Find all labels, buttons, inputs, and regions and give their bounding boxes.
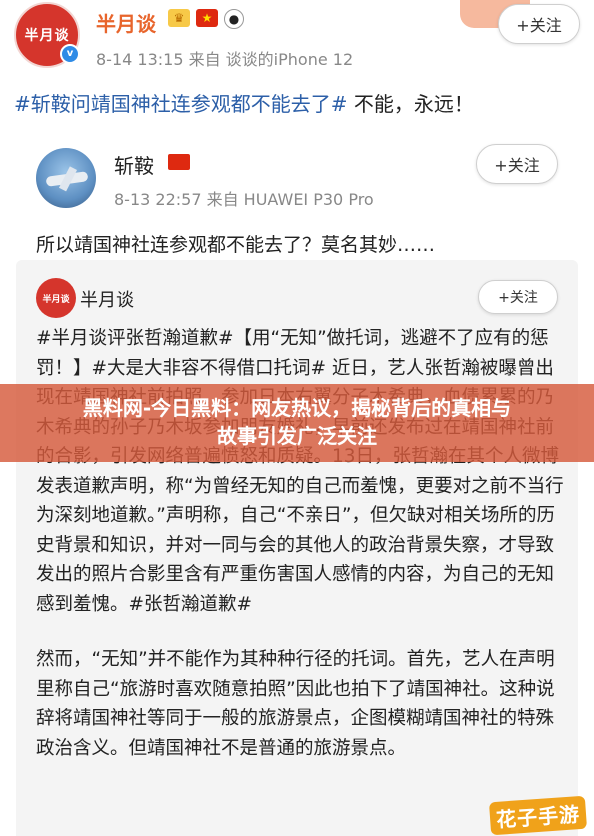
post-text: #斩鞍问靖国神社连参观都不能去了# 不能，永远！: [14, 88, 474, 117]
repost-author-avatar[interactable]: [36, 148, 96, 208]
quoted-author-name[interactable]: 半月谈: [80, 286, 134, 312]
repost-follow-button[interactable]: +关注: [476, 144, 558, 184]
avatar-text: 半月谈: [42, 294, 70, 305]
quoted-post-card[interactable]: 半月谈 半月谈 +关注 #半月谈评张哲瀚道歉#【用“无知”做托词，逃避不了应有的…: [16, 260, 578, 836]
verified-icon: v: [60, 44, 80, 64]
post-text-body: 不能，永远！: [347, 92, 474, 116]
repost-author-name[interactable]: 斩鞍: [114, 150, 154, 179]
repost-text: 所以靖国神社连参观都不能去了？莫名其妙……: [36, 234, 436, 256]
china-flag-icon: [168, 154, 190, 170]
crown-icon: ♛: [168, 9, 190, 27]
avatar-text: 半月谈: [24, 28, 70, 44]
weibo-post-screenshot: 半月谈 v 半月谈 ♛ ★ ● 8-14 13:15 来自 谈谈的iPhone …: [0, 0, 594, 836]
follow-label: +关注: [498, 290, 538, 306]
author-badges: ♛ ★ ●: [168, 9, 244, 29]
banner-title-line: 故事引发广泛关注: [217, 424, 377, 448]
quoted-follow-button[interactable]: +关注: [478, 280, 558, 314]
author-name[interactable]: 半月谈: [96, 8, 156, 37]
quoted-paragraph: 然而，“无知”并不能作为其种种行径的托词。首先，艺人在声明里称自己“旅游时喜欢随…: [36, 649, 555, 759]
follow-label: +关注: [494, 156, 540, 175]
overlay-banner: 黑料网-今日黑料：网友热议，揭秘背后的真相与 故事引发广泛关注: [0, 384, 594, 462]
follow-label: +关注: [516, 16, 562, 35]
panda-icon: ●: [224, 9, 244, 29]
china-flag-icon: ★: [196, 9, 218, 27]
site-watermark: 花子手游: [488, 795, 588, 836]
topic-link[interactable]: #斩鞍问靖国神社连参观都不能去了#: [14, 92, 348, 116]
airplane-icon: [45, 171, 89, 187]
quoted-paragraph: #半月谈评张哲瀚道歉#【用“无知”做托词，逃避不了应有的惩罚！】#大是大非容不得…: [36, 328, 564, 615]
repost-meta: 8-13 22:57 来自 HUAWEI P30 Pro: [114, 190, 374, 209]
banner-title-line: 黑料网-今日黑料：网友热议，揭秘背后的真相与: [82, 396, 512, 420]
quoted-author-avatar[interactable]: 半月谈: [36, 278, 76, 318]
post-meta: 8-14 13:15 来自 谈谈的iPhone 12: [96, 50, 354, 69]
follow-button[interactable]: +关注: [498, 4, 580, 44]
